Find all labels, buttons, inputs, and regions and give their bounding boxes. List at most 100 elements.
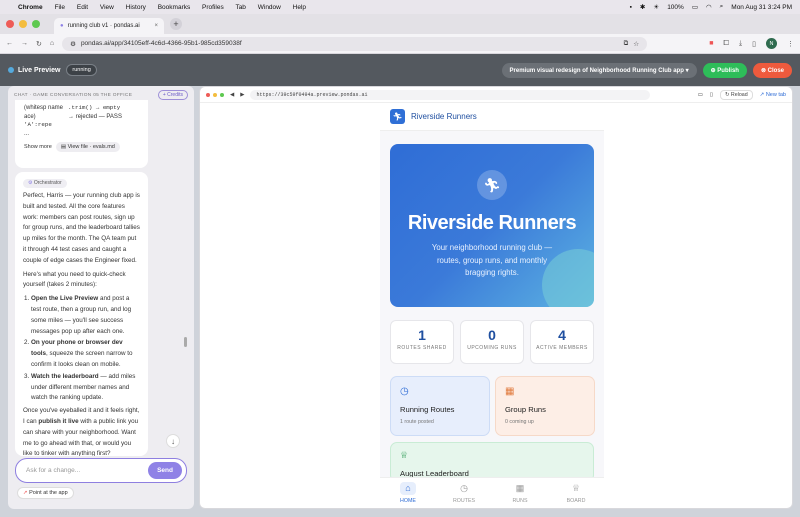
point-at-app-button[interactable]: ➚ Point at the app bbox=[17, 487, 74, 499]
menu-window[interactable]: Window bbox=[258, 4, 281, 11]
menu-tab[interactable]: Tab bbox=[235, 4, 245, 11]
kebab-menu-icon[interactable]: ⋮ bbox=[787, 40, 794, 48]
back-icon[interactable]: ← bbox=[6, 40, 13, 47]
reload-icon[interactable]: ↻ bbox=[36, 40, 42, 48]
credits-button[interactable]: + Credits bbox=[157, 90, 188, 100]
url-field[interactable]: ⚙ pondas.ai/app/34105eff-4c6d-4366-95b1-… bbox=[62, 36, 648, 51]
menu-profiles[interactable]: Profiles bbox=[202, 4, 224, 11]
app-brand-header[interactable]: 🏃︎ Riverside Runners bbox=[380, 103, 604, 131]
app-header: Live Preview running Premium visual rede… bbox=[0, 54, 800, 86]
preview-panel: ◀ ▶ https://39c59f0494a.preview.pondas.a… bbox=[199, 86, 793, 509]
checklist-item: Watch the leaderboard — add miles under … bbox=[31, 372, 140, 404]
new-tab-button[interactable]: ↗ New tab bbox=[760, 92, 786, 98]
sidepanel-icon[interactable]: ▯ bbox=[752, 40, 756, 48]
menu-file[interactable]: File bbox=[55, 4, 65, 11]
task-title-text: Premium visual redesign of Neighborhood … bbox=[509, 67, 684, 74]
bookmark-star-icon[interactable]: ☆ bbox=[633, 40, 639, 48]
stat-value: 1 bbox=[418, 327, 426, 343]
hero-banner: 🏃︎ Riverside Runners Your neighborhood r… bbox=[390, 144, 594, 307]
reload-button[interactable]: ↻ Reload bbox=[719, 89, 753, 100]
hero-title: Riverside Runners bbox=[407, 212, 577, 234]
clock[interactable]: Mon Aug 31 3:24 PM bbox=[731, 4, 792, 11]
bluetooth-icon[interactable]: ✱ bbox=[640, 3, 645, 11]
close-icon: ⊗ bbox=[760, 67, 766, 74]
checklist-item: On your phone or browser dev tools, sque… bbox=[31, 338, 140, 370]
nav-home[interactable]: ⌂ HOME bbox=[380, 478, 436, 508]
author-name: Orchestrator bbox=[33, 180, 62, 186]
home-icon[interactable]: ⌂ bbox=[50, 40, 54, 47]
app-menu-chrome[interactable]: Chrome bbox=[18, 4, 43, 11]
trophy-icon: ♕ bbox=[400, 450, 409, 460]
brightness-icon[interactable]: ☀ bbox=[653, 3, 659, 11]
minimize-window-icon[interactable] bbox=[19, 20, 27, 28]
snippet-right: .trim() → empty → rejected — PASS bbox=[68, 104, 122, 138]
messages-icon[interactable]: ▪ bbox=[630, 4, 632, 11]
forward-icon[interactable]: → bbox=[21, 40, 28, 47]
maximize-window-icon[interactable] bbox=[32, 20, 40, 28]
chat-scrollbar[interactable] bbox=[184, 337, 187, 347]
menu-bookmarks[interactable]: Bookmarks bbox=[158, 4, 191, 11]
preview-back-icon[interactable]: ◀ bbox=[230, 92, 234, 98]
chat-input-box: Send bbox=[15, 458, 187, 483]
close-window-icon[interactable] bbox=[6, 20, 14, 28]
preview-url-field[interactable]: https://39c59f0494a.preview.pondas.ai bbox=[250, 89, 651, 100]
profile-avatar[interactable]: N bbox=[766, 38, 777, 49]
view-file-button[interactable]: ▤ View file · evals.md bbox=[55, 142, 120, 152]
mobile-view-icon[interactable]: ▯ bbox=[710, 92, 713, 98]
menu-history[interactable]: History bbox=[126, 4, 146, 11]
menu-edit[interactable]: Edit bbox=[77, 4, 88, 11]
stat-card: 0 UPCOMING RUNS bbox=[460, 320, 524, 364]
search-icon[interactable]: ⌕ bbox=[720, 3, 724, 11]
chevron-down-icon: ▾ bbox=[685, 67, 689, 74]
nav-board[interactable]: ♕ BOARD bbox=[548, 478, 604, 508]
cursor-icon: ➚ bbox=[23, 490, 28, 496]
nav-runs[interactable]: ▦ RUNS bbox=[492, 478, 548, 508]
app-preview-frame: 🏃︎ Riverside Runners 🏃︎ Riverside Runner… bbox=[380, 103, 604, 508]
new-tab-icon[interactable]: + bbox=[170, 18, 182, 30]
chat-input[interactable] bbox=[26, 467, 149, 474]
browser-tab[interactable]: ● running club v1 · pondas.ai × bbox=[54, 18, 164, 34]
runner-hero-icon: 🏃︎ bbox=[477, 170, 507, 200]
live-preview-label: Live Preview bbox=[18, 66, 61, 74]
menu-help[interactable]: Help bbox=[293, 4, 306, 11]
group-runs-card[interactable]: ▦ Group Runs 0 coming up bbox=[495, 376, 595, 436]
orchestrator-icon: ⚙ bbox=[28, 180, 33, 186]
preview-forward-icon[interactable]: ▶ bbox=[240, 92, 244, 98]
leaderboard-card[interactable]: ♕ August Leaderboard bbox=[390, 442, 594, 482]
message-intro: Perfect, Harris — your running club app … bbox=[23, 192, 140, 264]
install-icon[interactable]: ⧉ bbox=[624, 40, 629, 48]
publish-button[interactable]: ⊕ Publish bbox=[702, 62, 747, 78]
site-info-icon[interactable]: ⚙ bbox=[70, 40, 76, 48]
show-more-link[interactable]: Show more bbox=[24, 144, 52, 150]
snippet-line: → rejected — PASS bbox=[68, 113, 122, 120]
reload-label: Reload bbox=[730, 91, 748, 98]
puzzle-icon[interactable]: ⧠ bbox=[723, 40, 729, 48]
close-button[interactable]: ⊗ Close bbox=[752, 62, 792, 78]
battery-icon[interactable]: ▭ bbox=[692, 3, 698, 11]
tab-favicon-icon: ● bbox=[60, 23, 64, 29]
view-file-label: View file · evals.md bbox=[67, 144, 115, 150]
wifi-icon[interactable]: ◠ bbox=[706, 3, 712, 11]
checklist-item: Open the Live Preview and post a test ro… bbox=[31, 294, 140, 337]
download-icon[interactable]: ⤓ bbox=[739, 40, 742, 48]
stat-label: UPCOMING RUNS bbox=[467, 345, 517, 351]
menu-items: File Edit View History Bookmarks Profile… bbox=[55, 4, 316, 11]
task-title-dropdown[interactable]: Premium visual redesign of Neighborhood … bbox=[501, 62, 697, 78]
desktop-view-icon[interactable]: ▭ bbox=[698, 92, 703, 98]
brand-name: Riverside Runners bbox=[411, 112, 477, 121]
preview-toolbar: ◀ ▶ https://39c59f0494a.preview.pondas.a… bbox=[200, 87, 792, 103]
send-button[interactable]: Send bbox=[148, 462, 182, 479]
publish-icon: ⊕ bbox=[710, 67, 716, 74]
status-area: ▪ ✱ ☀ 100% ▭ ◠ ⌕ Mon Aug 31 3:24 PM bbox=[630, 3, 792, 11]
window-controls bbox=[6, 20, 40, 28]
menu-view[interactable]: View bbox=[100, 4, 114, 11]
point-label: Point at the app bbox=[29, 490, 68, 496]
bottom-nav: ⌂ HOME ◷ ROUTES ▦ RUNS ♕ BOARD bbox=[380, 477, 604, 508]
extension-icon[interactable]: ■ bbox=[709, 40, 713, 47]
close-tab-icon[interactable]: × bbox=[154, 23, 158, 29]
nav-routes[interactable]: ◷ ROUTES bbox=[436, 478, 492, 508]
routes-card[interactable]: ◷ Running Routes 1 route posted bbox=[390, 376, 490, 436]
card-subtitle: 1 route posted bbox=[400, 419, 434, 425]
scroll-down-icon[interactable]: ↓ bbox=[166, 434, 180, 448]
browser-tab-bar: ● running club v1 · pondas.ai × + bbox=[0, 14, 800, 34]
